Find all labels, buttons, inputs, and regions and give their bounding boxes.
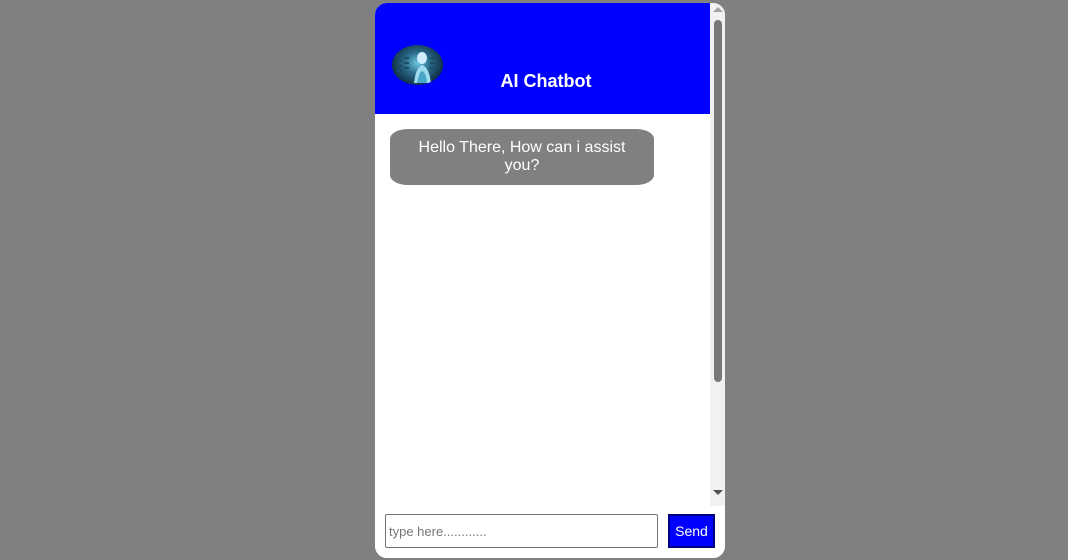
scrollbar-thumb[interactable] [714,20,722,382]
scroll-up-arrow-icon[interactable] [713,7,723,12]
composer: Send [375,506,725,558]
message-scrollbar[interactable] [710,3,725,506]
chat-window: AI Chatbot Hello There, How can i assist… [375,3,725,558]
chat-header: AI Chatbot [375,3,710,114]
bot-message: Hello There, How can i assist you? [390,129,654,185]
scroll-down-arrow-icon[interactable] [713,490,723,495]
message-list: Hello There, How can i assist you? [375,114,710,506]
message-input[interactable] [385,514,658,548]
send-button[interactable]: Send [668,514,715,548]
chat-title: AI Chatbot [500,71,592,91]
